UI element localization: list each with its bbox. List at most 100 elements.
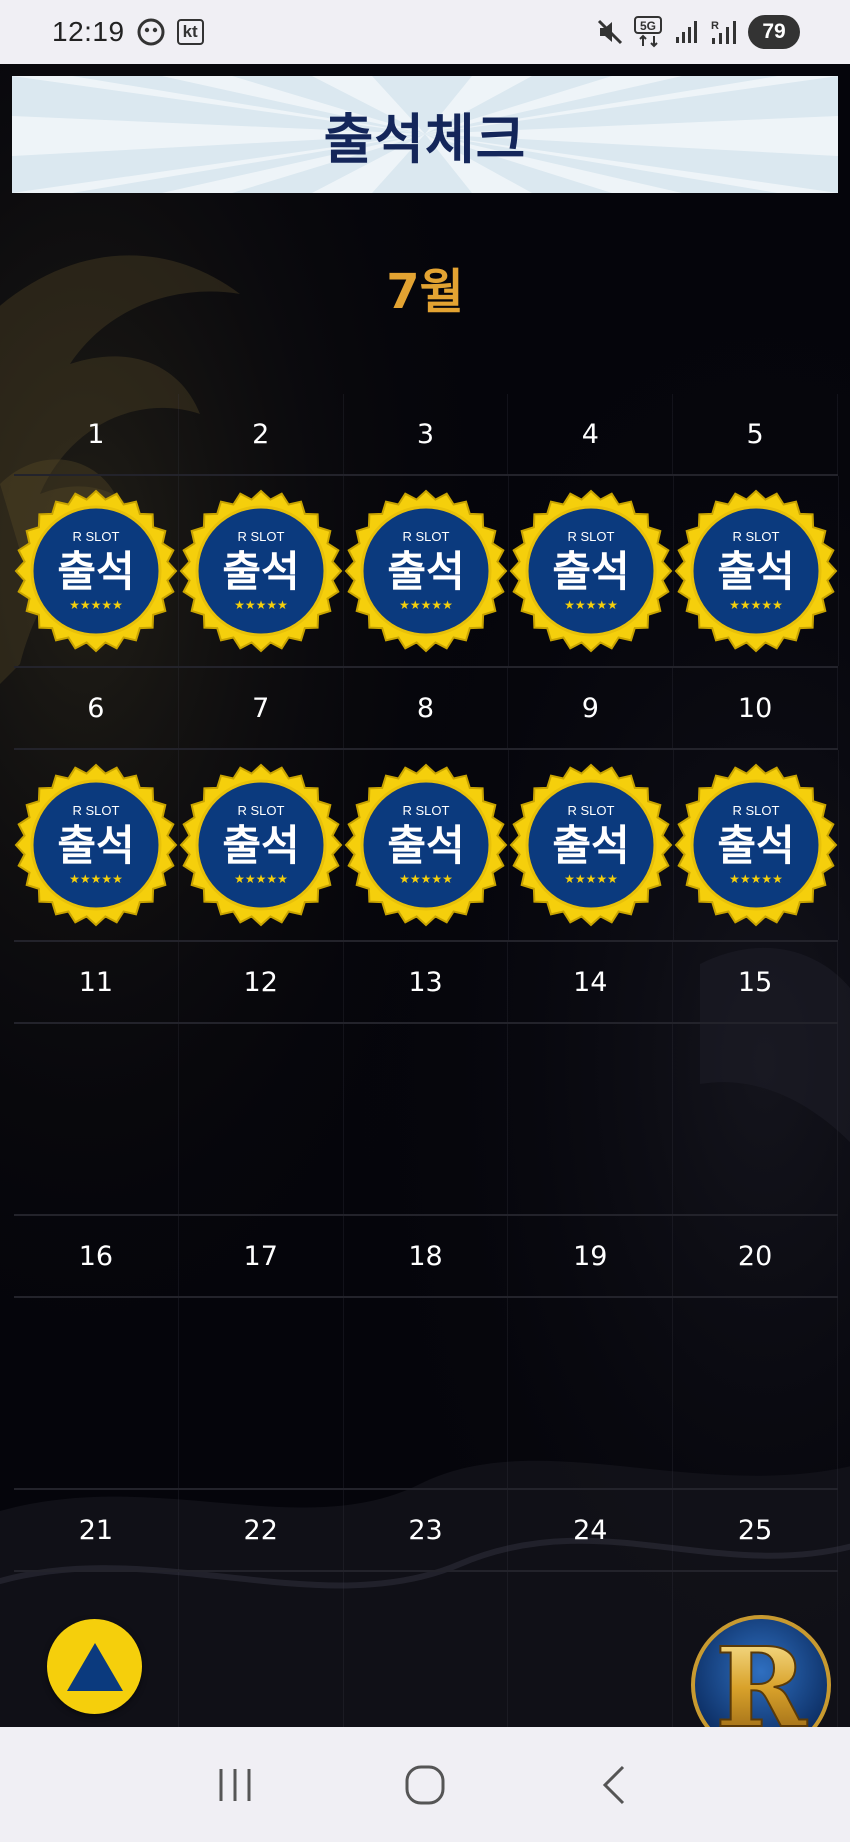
attendance-stamp-icon: R SLOT 출석 ★★★★★ bbox=[344, 763, 508, 927]
stamp-label: 출석 bbox=[57, 547, 134, 596]
day-number: 4 bbox=[508, 394, 674, 474]
stamp-label: 출석 bbox=[552, 547, 629, 596]
day-number: 25 bbox=[673, 1490, 838, 1570]
day-number: 6 bbox=[14, 668, 179, 748]
month-label: 7월 bbox=[386, 264, 464, 320]
day-cell[interactable] bbox=[14, 1298, 179, 1488]
stamp-label: 출석 bbox=[552, 821, 629, 870]
attendance-stamp-icon: R SLOT 출석 ★★★★★ bbox=[179, 489, 343, 653]
signal-icon bbox=[674, 19, 700, 45]
day-cell[interactable]: R SLOT 출석 ★★★★★ bbox=[14, 750, 179, 940]
day-cell[interactable]: R SLOT 출석 ★★★★★ bbox=[179, 476, 344, 666]
day-cell[interactable] bbox=[508, 1572, 674, 1727]
day-number: 23 bbox=[344, 1490, 509, 1570]
stamp-brand: R SLOT bbox=[73, 529, 120, 544]
day-cell[interactable]: R SLOT 출석 ★★★★★ bbox=[674, 750, 839, 940]
status-bar: 12:19 kt 5G R 79 bbox=[0, 0, 850, 64]
roaming-signal-icon: R bbox=[710, 18, 738, 46]
day-cell[interactable]: R SLOT 출석 ★★★★★ bbox=[344, 476, 509, 666]
status-time: 12:19 bbox=[52, 16, 125, 47]
day-number-row: 21 22 23 24 25 bbox=[14, 1490, 838, 1572]
day-number: 11 bbox=[14, 942, 179, 1022]
status-right: 5G R 79 bbox=[596, 15, 800, 49]
home-button[interactable] bbox=[385, 1745, 465, 1825]
stamp-stars: ★★★★★ bbox=[234, 598, 288, 612]
day-cell[interactable] bbox=[508, 1024, 674, 1214]
day-cell[interactable]: R SLOT 출석 ★★★★★ bbox=[14, 476, 179, 666]
back-button[interactable] bbox=[575, 1745, 655, 1825]
stamp-label: 출석 bbox=[57, 821, 134, 870]
stamp-row bbox=[14, 1298, 838, 1490]
recent-apps-icon bbox=[219, 1768, 251, 1801]
day-cell[interactable] bbox=[673, 1024, 838, 1214]
day-cell[interactable] bbox=[179, 1572, 344, 1727]
day-number: 13 bbox=[344, 942, 509, 1022]
day-number: 9 bbox=[508, 668, 674, 748]
day-number: 22 bbox=[179, 1490, 344, 1570]
day-cell[interactable] bbox=[344, 1298, 509, 1488]
mute-icon bbox=[596, 18, 624, 46]
triangle-up-icon bbox=[66, 1642, 123, 1691]
day-cell[interactable] bbox=[179, 1024, 344, 1214]
kt-icon: kt bbox=[176, 19, 204, 45]
day-number-row: 16 17 18 19 20 bbox=[14, 1216, 838, 1298]
day-cell[interactable]: R SLOT 출석 ★★★★★ bbox=[344, 750, 509, 940]
day-number: 17 bbox=[179, 1216, 344, 1296]
day-cell[interactable]: R SLOT 출석 ★★★★★ bbox=[674, 476, 839, 666]
status-left: 12:19 kt bbox=[52, 16, 204, 48]
day-number: 24 bbox=[508, 1490, 674, 1570]
stamp-label: 출석 bbox=[387, 821, 464, 870]
stamp-stars: ★★★★★ bbox=[69, 872, 123, 886]
day-cell[interactable] bbox=[344, 1024, 509, 1214]
home-icon bbox=[405, 1765, 445, 1804]
day-number-row: 6 7 8 9 10 bbox=[14, 668, 838, 750]
day-number: 5 bbox=[673, 394, 838, 474]
day-number: 14 bbox=[508, 942, 674, 1022]
day-number-row: 12345 bbox=[14, 394, 838, 476]
page-title: 출석체크 bbox=[323, 108, 527, 171]
day-cell[interactable] bbox=[508, 1298, 674, 1488]
svg-text:5G: 5G bbox=[640, 19, 656, 33]
recent-apps-button[interactable] bbox=[195, 1745, 275, 1825]
attendance-calendar: 12345R SLOT 출석 ★★★★★ R SLOT 출석 ★★★★★ R SLOT 출석 ★… bbox=[14, 394, 839, 1727]
day-cell[interactable]: R SLOT 출석 ★★★★★ bbox=[509, 476, 674, 666]
svg-text:R: R bbox=[715, 1623, 808, 1727]
day-cell[interactable] bbox=[14, 1024, 179, 1214]
r-logo-icon: R bbox=[691, 1615, 831, 1727]
day-number: 16 bbox=[14, 1216, 179, 1296]
stamp-label: 출석 bbox=[387, 547, 464, 596]
attendance-stamp-icon: R SLOT 출석 ★★★★★ bbox=[674, 489, 838, 653]
stamp-brand: R SLOT bbox=[238, 803, 285, 818]
day-number: 12 bbox=[179, 942, 344, 1022]
attendance-stamp-icon: R SLOT 출석 ★★★★★ bbox=[344, 489, 508, 653]
stamp-brand: R SLOT bbox=[568, 803, 615, 818]
stamp-stars: ★★★★★ bbox=[69, 598, 123, 612]
day-cell[interactable] bbox=[344, 1572, 509, 1727]
stamp-brand: R SLOT bbox=[73, 803, 120, 818]
stamp-row: R SLOT 출석 ★★★★★ R SLOT 출석 ★★★★★ R SLOT 출석 ★★★★★ R… bbox=[14, 750, 839, 942]
day-number: 1 bbox=[14, 394, 179, 474]
stamp-brand: R SLOT bbox=[733, 529, 780, 544]
back-icon bbox=[602, 1765, 625, 1804]
svg-text:R: R bbox=[711, 20, 719, 32]
day-cell[interactable]: R SLOT 출석 ★★★★★ bbox=[509, 750, 674, 940]
brand-logo-button[interactable]: R bbox=[690, 1614, 832, 1727]
day-cell[interactable]: R SLOT 출석 ★★★★★ bbox=[179, 750, 344, 940]
day-number: 3 bbox=[344, 394, 509, 474]
stamp-brand: R SLOT bbox=[403, 803, 450, 818]
navigation-bar bbox=[0, 1727, 850, 1842]
stamp-row bbox=[14, 1024, 838, 1216]
day-cell[interactable] bbox=[673, 1298, 838, 1488]
day-number: 8 bbox=[344, 668, 509, 748]
calendar-week: 16 17 18 19 20 bbox=[14, 1216, 838, 1490]
day-number: 21 bbox=[14, 1490, 179, 1570]
stamp-stars: ★★★★★ bbox=[399, 598, 453, 612]
stamp-stars: ★★★★★ bbox=[399, 872, 453, 886]
attendance-stamp-icon: R SLOT 출석 ★★★★★ bbox=[179, 763, 343, 927]
stamp-label: 출석 bbox=[717, 547, 794, 596]
scroll-to-top-button[interactable] bbox=[47, 1619, 142, 1714]
stamp-brand: R SLOT bbox=[238, 529, 285, 544]
face-icon bbox=[137, 18, 165, 46]
day-number-row: 11 12 13 14 15 bbox=[14, 942, 838, 1024]
day-cell[interactable] bbox=[179, 1298, 344, 1488]
